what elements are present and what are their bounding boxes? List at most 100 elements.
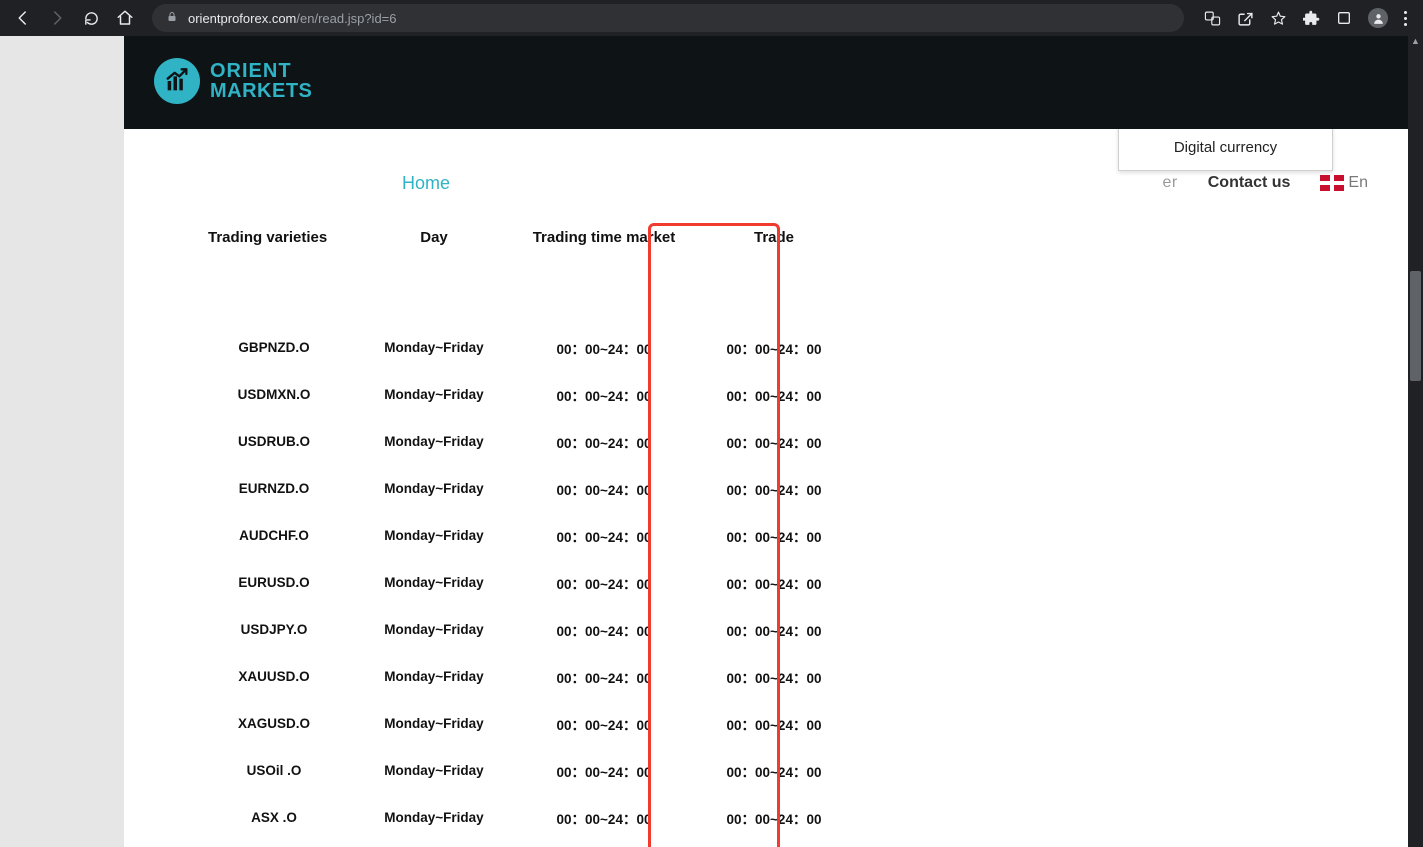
reload-button[interactable] [82, 9, 100, 27]
site-logo[interactable]: ORIENT MARKETS [154, 58, 312, 104]
url-text: orientproforex.com/en/read.jsp?id=6 [188, 11, 397, 26]
cell-symbol: ASX .O [194, 810, 354, 825]
table-row: USDRUB.OMonday~Friday00：00~24：0000：00~24… [194, 418, 914, 465]
cell-day: Monday~Friday [354, 575, 514, 590]
cell-trade: 00：00~24：00 [694, 385, 854, 405]
cell-market: 00：00~24：00 [514, 526, 694, 546]
logo-line-2: MARKETS [210, 81, 312, 101]
back-button[interactable] [14, 9, 32, 27]
cell-trade: 00：00~24：00 [694, 432, 854, 452]
extensions-icon[interactable] [1303, 10, 1320, 27]
cell-market: 00：00~24：00 [514, 432, 694, 452]
cell-trade: 00：00~24：00 [694, 526, 854, 546]
cell-market: 00：00~24：00 [514, 620, 694, 640]
nav-right: er Contact us En [1163, 174, 1368, 192]
cell-market: 00：00~24：00 [514, 808, 694, 828]
cell-day: Monday~Friday [354, 434, 514, 449]
address-bar[interactable]: orientproforex.com/en/read.jsp?id=6 [152, 4, 1184, 32]
cell-day: Monday~Friday [354, 528, 514, 543]
cell-trade: 00：00~24：00 [694, 667, 854, 687]
table-row: XAGUSD.OMonday~Friday00：00~24：0000：00~24… [194, 700, 914, 747]
url-path: /en/read.jsp?id=6 [296, 11, 396, 26]
cell-day: Monday~Friday [354, 810, 514, 825]
table-row: USDJPY.OMonday~Friday00：00~24：0000：00~24… [194, 606, 914, 653]
cell-day: Monday~Friday [354, 387, 514, 402]
table-row: AUDCHF.OMonday~Friday00：00~24：0000：00~24… [194, 512, 914, 559]
logo-line-1: ORIENT [210, 61, 312, 81]
cell-trade: 00：00~24：00 [694, 479, 854, 499]
lang-label: En [1348, 174, 1368, 191]
share-icon[interactable] [1237, 10, 1254, 27]
col-header-day: Day [354, 229, 514, 246]
trading-table: Trading varieties Day Trading time marke… [194, 229, 914, 847]
cell-trade: 00：00~24：00 [694, 808, 854, 828]
kebab-menu-icon[interactable] [1404, 11, 1407, 26]
col-header-market: Trading time market [514, 229, 694, 246]
logo-text: ORIENT MARKETS [210, 61, 312, 101]
bookmark-star-icon[interactable] [1270, 10, 1287, 27]
table-row: XAUUSD.OMonday~Friday00：00~24：0000：00~24… [194, 653, 914, 700]
logo-mark-icon [154, 58, 200, 104]
cell-symbol: EURUSD.O [194, 575, 354, 590]
table-row: ASX .OMonday~Friday00：00~24：0000：00~24：0… [194, 794, 914, 841]
cell-market: 00：00~24：00 [514, 714, 694, 734]
cell-trade: 00：00~24：00 [694, 714, 854, 734]
cell-day: Monday~Friday [354, 669, 514, 684]
table-row: GBPNZD.OMonday~Friday00：00~24：0000：00~24… [194, 324, 914, 371]
dropdown-panel[interactable]: Digital currency [1118, 129, 1333, 171]
cell-trade: 00：00~24：00 [694, 338, 854, 358]
viewport: ▲ ORIENT MARKETS Digital currency Home [0, 36, 1423, 847]
cell-symbol: USDMXN.O [194, 387, 354, 402]
table-row: IBEX.OMonday~Friday00：00~24：0000：00~24：0… [194, 841, 914, 847]
cell-market: 00：00~24：00 [514, 573, 694, 593]
cell-market: 00：00~24：00 [514, 761, 694, 781]
cell-day: Monday~Friday [354, 716, 514, 731]
home-button[interactable] [116, 9, 134, 27]
translate-icon[interactable] [1204, 10, 1221, 27]
col-header-varieties: Trading varieties [194, 229, 354, 246]
table-body: GBPNZD.OMonday~Friday00：00~24：0000：00~24… [194, 324, 914, 847]
table-header: Trading varieties Day Trading time marke… [194, 229, 914, 246]
cell-trade: 00：00~24：00 [694, 620, 854, 640]
tab-icon[interactable] [1336, 10, 1352, 26]
content-area: Digital currency Home er Contact us En T… [124, 129, 1408, 847]
url-host: orientproforex.com [188, 11, 296, 26]
table-row: EURUSD.OMonday~Friday00：00~24：0000：00~24… [194, 559, 914, 606]
cell-trade: 00：00~24：00 [694, 761, 854, 781]
page: ORIENT MARKETS Digital currency Home er … [124, 36, 1408, 847]
scroll-up-icon[interactable]: ▲ [1408, 36, 1423, 46]
site-header: ORIENT MARKETS [124, 36, 1408, 129]
cell-market: 00：00~24：00 [514, 338, 694, 358]
lock-icon [166, 11, 178, 26]
cell-symbol: AUDCHF.O [194, 528, 354, 543]
uk-flag-icon [1320, 175, 1344, 191]
cell-symbol: GBPNZD.O [194, 340, 354, 355]
cell-symbol: XAUUSD.O [194, 669, 354, 684]
cell-market: 00：00~24：00 [514, 479, 694, 499]
nav-language[interactable]: En [1320, 174, 1368, 192]
cell-market: 00：00~24：00 [514, 385, 694, 405]
cell-trade: 00：00~24：00 [694, 573, 854, 593]
table-row: USOil .OMonday~Friday00：00~24：0000：00~24… [194, 747, 914, 794]
nav-home[interactable]: Home [402, 173, 450, 194]
browser-toolbar: orientproforex.com/en/read.jsp?id=6 [0, 0, 1423, 36]
dropdown-item-label: Digital currency [1174, 139, 1277, 156]
forward-button[interactable] [48, 9, 66, 27]
cell-day: Monday~Friday [354, 340, 514, 355]
cell-day: Monday~Friday [354, 622, 514, 637]
cell-symbol: USDRUB.O [194, 434, 354, 449]
col-header-trade: Trade [694, 229, 854, 246]
nav-partial-text: er [1163, 174, 1178, 192]
cell-day: Monday~Friday [354, 481, 514, 496]
cell-market: 00：00~24：00 [514, 667, 694, 687]
table-row: USDMXN.OMonday~Friday00：00~24：0000：00~24… [194, 371, 914, 418]
nav-contact-us[interactable]: Contact us [1208, 174, 1291, 192]
cell-symbol: XAGUSD.O [194, 716, 354, 731]
scrollbar-thumb[interactable] [1410, 271, 1421, 381]
table-row: EURNZD.OMonday~Friday00：00~24：0000：00~24… [194, 465, 914, 512]
vertical-scrollbar[interactable]: ▲ [1408, 36, 1423, 847]
toolbar-right [1204, 8, 1415, 28]
cell-symbol: EURNZD.O [194, 481, 354, 496]
profile-avatar[interactable] [1368, 8, 1388, 28]
cell-symbol: USDJPY.O [194, 622, 354, 637]
